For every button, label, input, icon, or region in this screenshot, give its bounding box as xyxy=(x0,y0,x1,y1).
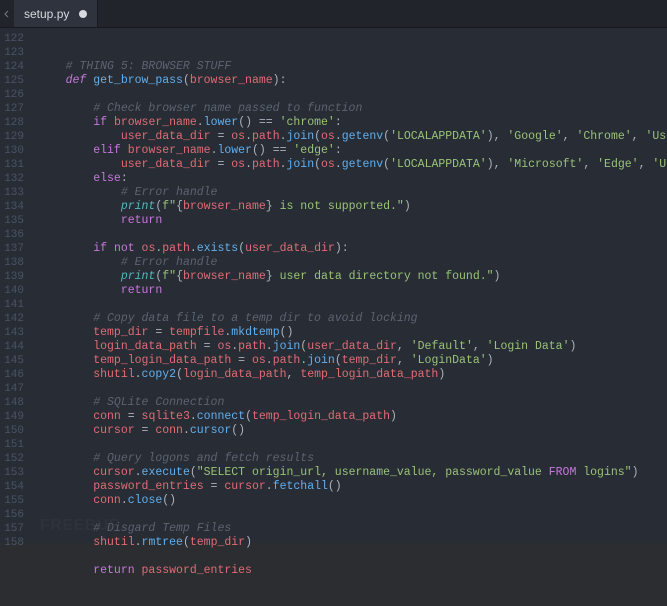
code-line[interactable] xyxy=(38,550,667,564)
tab-prev-button[interactable] xyxy=(0,0,14,27)
code-line[interactable] xyxy=(38,382,667,396)
line-number: 142 xyxy=(4,312,24,326)
line-number: 137 xyxy=(4,242,24,256)
code-editor[interactable]: 1221231241251261271281291301311321331341… xyxy=(0,28,667,543)
code-line[interactable]: # THING 5: BROWSER STUFF xyxy=(38,60,667,74)
code-line[interactable]: temp_login_data_path = os.path.join(temp… xyxy=(38,354,667,368)
code-line[interactable]: # SQLite Connection xyxy=(38,396,667,410)
line-number: 127 xyxy=(4,102,24,116)
tab-filename: setup.py xyxy=(24,7,69,21)
code-line[interactable]: def get_brow_pass(browser_name): xyxy=(38,74,667,88)
code-line[interactable]: return xyxy=(38,214,667,228)
code-line[interactable]: # Disgard Temp Files xyxy=(38,522,667,536)
code-line[interactable]: shutil.copy2(login_data_path, temp_login… xyxy=(38,368,667,382)
code-line[interactable] xyxy=(38,228,667,242)
code-line[interactable]: elif browser_name.lower() == 'edge': xyxy=(38,144,667,158)
code-line[interactable] xyxy=(38,508,667,522)
line-number-gutter: 1221231241251261271281291301311321331341… xyxy=(0,28,32,543)
line-number: 129 xyxy=(4,130,24,144)
line-number: 138 xyxy=(4,256,24,270)
line-number: 158 xyxy=(4,536,24,550)
code-line[interactable]: return xyxy=(38,284,667,298)
code-line[interactable]: # Error handle xyxy=(38,256,667,270)
code-line[interactable]: password_entries = cursor.fetchall() xyxy=(38,480,667,494)
code-line[interactable]: conn.close() xyxy=(38,494,667,508)
line-number: 140 xyxy=(4,284,24,298)
line-number: 153 xyxy=(4,466,24,480)
line-number: 154 xyxy=(4,480,24,494)
line-number: 128 xyxy=(4,116,24,130)
line-number: 143 xyxy=(4,326,24,340)
line-number: 130 xyxy=(4,144,24,158)
code-line[interactable]: cursor = conn.cursor() xyxy=(38,424,667,438)
line-number: 126 xyxy=(4,88,24,102)
line-number: 151 xyxy=(4,438,24,452)
code-line[interactable]: else: xyxy=(38,172,667,186)
code-line[interactable]: # Query logons and fetch results xyxy=(38,452,667,466)
code-line[interactable] xyxy=(38,438,667,452)
line-number: 122 xyxy=(4,32,24,46)
line-number: 131 xyxy=(4,158,24,172)
code-line[interactable]: if not os.path.exists(user_data_dir): xyxy=(38,242,667,256)
line-number: 134 xyxy=(4,200,24,214)
line-number: 125 xyxy=(4,74,24,88)
code-line[interactable]: return password_entries xyxy=(38,564,667,578)
line-number: 150 xyxy=(4,424,24,438)
tab-bar: setup.py xyxy=(0,0,667,28)
code-line[interactable]: login_data_path = os.path.join(user_data… xyxy=(38,340,667,354)
code-area[interactable]: # THING 5: BROWSER STUFF def get_brow_pa… xyxy=(32,28,667,543)
line-number: 157 xyxy=(4,522,24,536)
code-line[interactable]: print(f"{browser_name} user data directo… xyxy=(38,270,667,284)
line-number: 144 xyxy=(4,340,24,354)
line-number: 135 xyxy=(4,214,24,228)
line-number: 147 xyxy=(4,382,24,396)
code-line[interactable]: # Error handle xyxy=(38,186,667,200)
code-line[interactable]: user_data_dir = os.path.join(os.getenv('… xyxy=(38,158,667,172)
line-number: 139 xyxy=(4,270,24,284)
line-number: 148 xyxy=(4,396,24,410)
line-number: 145 xyxy=(4,354,24,368)
code-line[interactable]: cursor.execute("SELECT origin_url, usern… xyxy=(38,466,667,480)
line-number: 133 xyxy=(4,186,24,200)
dirty-indicator-icon xyxy=(79,10,87,18)
line-number: 124 xyxy=(4,60,24,74)
line-number: 152 xyxy=(4,452,24,466)
code-line[interactable]: shutil.rmtree(temp_dir) xyxy=(38,536,667,550)
code-line[interactable]: conn = sqlite3.connect(temp_login_data_p… xyxy=(38,410,667,424)
editor-tab[interactable]: setup.py xyxy=(14,0,98,27)
line-number: 156 xyxy=(4,508,24,522)
line-number: 123 xyxy=(4,46,24,60)
code-line[interactable] xyxy=(38,298,667,312)
code-line[interactable]: # Check browser name passed to function xyxy=(38,102,667,116)
code-line[interactable]: # Copy data file to a temp dir to avoid … xyxy=(38,312,667,326)
code-line[interactable]: if browser_name.lower() == 'chrome': xyxy=(38,116,667,130)
code-line[interactable] xyxy=(38,88,667,102)
line-number: 141 xyxy=(4,298,24,312)
line-number: 146 xyxy=(4,368,24,382)
code-line[interactable]: print(f"{browser_name} is not supported.… xyxy=(38,200,667,214)
code-line[interactable]: temp_dir = tempfile.mkdtemp() xyxy=(38,326,667,340)
line-number: 149 xyxy=(4,410,24,424)
line-number: 132 xyxy=(4,172,24,186)
line-number: 155 xyxy=(4,494,24,508)
code-line[interactable]: user_data_dir = os.path.join(os.getenv('… xyxy=(38,130,667,144)
line-number: 136 xyxy=(4,228,24,242)
